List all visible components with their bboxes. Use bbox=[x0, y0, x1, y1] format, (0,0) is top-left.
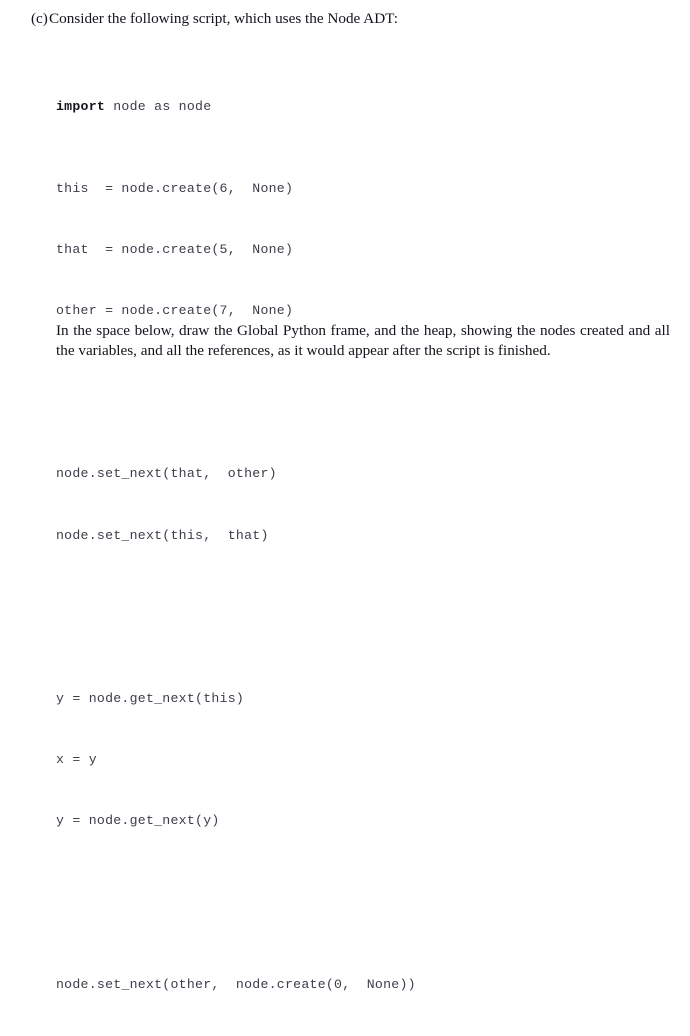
code-line: y = node.get_next(this) bbox=[56, 690, 245, 706]
question-heading: (c) Consider the following script, which… bbox=[31, 9, 671, 28]
code-keyword-import: import bbox=[56, 99, 106, 115]
code-line: x = y bbox=[56, 752, 97, 768]
question-prompt: Consider the following script, which use… bbox=[49, 10, 398, 27]
question-item-c: (c) Consider the following script, which… bbox=[31, 9, 671, 28]
code-line: node.set_next(other, node.create(0, None… bbox=[56, 976, 416, 992]
code-line: y = node.get_next(y) bbox=[56, 813, 220, 829]
instruction-paragraph: In the space below, draw the Global Pyth… bbox=[56, 322, 670, 360]
code-line-text: node as node bbox=[105, 99, 212, 115]
question-label: (c) bbox=[31, 10, 48, 27]
code-line: other = node.create(7, None) bbox=[56, 303, 294, 319]
answer-space bbox=[31, 380, 670, 532]
document-page: (c) Consider the following script, which… bbox=[0, 0, 690, 992]
code-line: that = node.create(5, None) bbox=[56, 242, 294, 258]
code-line: this = node.create(6, None) bbox=[56, 180, 294, 196]
code-line: import node as node bbox=[56, 97, 656, 117]
